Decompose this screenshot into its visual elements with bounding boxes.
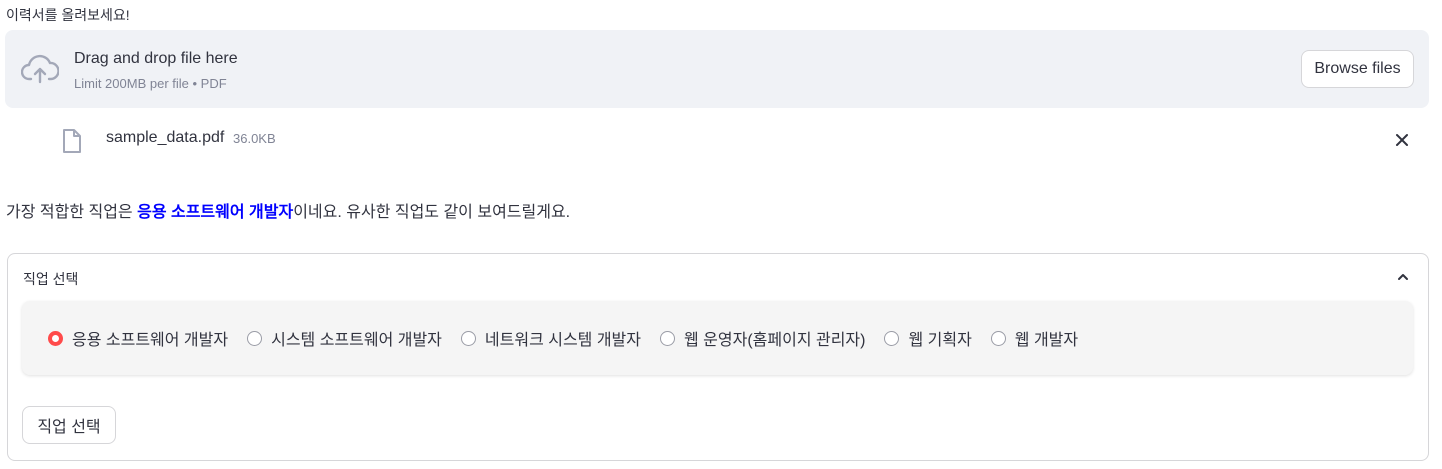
result-prefix: 가장 적합한 직업은 xyxy=(6,204,138,221)
file-size: 36.0KB xyxy=(233,131,276,146)
file-icon xyxy=(63,129,81,153)
radio-label: 응용 소프트웨어 개발자 xyxy=(72,332,229,349)
job-select-expander: 직업 선택 응용 소프트웨어 개발자 시스템 소프트웨어 개발자 네트워크 시스… xyxy=(7,253,1429,461)
radio-option[interactable]: 시스템 소프트웨어 개발자 xyxy=(247,326,442,350)
radio-option[interactable]: 응용 소프트웨어 개발자 xyxy=(48,326,228,350)
dropzone-limit: Limit 200MB per file • PDF xyxy=(74,76,227,91)
radio-option[interactable]: 네트워크 시스템 개발자 xyxy=(460,326,641,350)
expander-title[interactable]: 직업 선택 xyxy=(23,269,78,289)
radio-button[interactable] xyxy=(884,330,900,346)
dropzone-title: Drag and drop file here xyxy=(74,50,238,67)
cloud-upload-icon xyxy=(21,54,59,84)
radio-option[interactable]: 웹 개발자 xyxy=(990,326,1079,350)
job-radio-group: 응용 소프트웨어 개발자 시스템 소프트웨어 개발자 네트워크 시스템 개발자 … xyxy=(22,301,1413,375)
result-suffix: 이네요. 유사한 직업도 같이 보여드릴게요. xyxy=(293,204,571,221)
uploaded-file: sample_data.pdf 36.0KB xyxy=(5,118,1429,158)
close-icon[interactable] xyxy=(1394,132,1410,148)
radio-button[interactable] xyxy=(660,330,675,346)
radio-label: 웹 개발자 xyxy=(1014,332,1079,349)
uploader-label: 이력서를 올려보세요! xyxy=(6,7,130,23)
radio-label: 시스템 소프트웨어 개발자 xyxy=(271,332,442,349)
browse-files-button[interactable]: Browse files xyxy=(1301,50,1414,88)
radio-button[interactable] xyxy=(460,330,476,346)
radio-button-checked[interactable] xyxy=(48,330,63,346)
radio-option[interactable]: 웹 기획자 xyxy=(884,326,972,350)
radio-label: 웹 기획자 xyxy=(908,332,972,349)
radio-label: 네트워크 시스템 개발자 xyxy=(484,332,641,349)
chevron-up-icon[interactable] xyxy=(1397,272,1409,282)
radio-button[interactable] xyxy=(247,330,263,346)
recommended-job: 응용 소프트웨어 개발자 xyxy=(137,204,294,221)
file-dropzone[interactable]: Drag and drop file here Limit 200MB per … xyxy=(5,30,1429,108)
result-text: 가장 적합한 직업은 응용 소프트웨어 개발자이네요. 유사한 직업도 같이 보… xyxy=(6,198,570,222)
radio-button[interactable] xyxy=(990,330,1006,346)
radio-label: 웹 운영자(홈페이지 관리자) xyxy=(684,332,866,349)
job-select-button[interactable]: 직업 선택 xyxy=(22,406,116,444)
radio-option[interactable]: 웹 운영자(홈페이지 관리자) xyxy=(660,326,865,350)
file-name: sample_data.pdf xyxy=(106,129,225,146)
